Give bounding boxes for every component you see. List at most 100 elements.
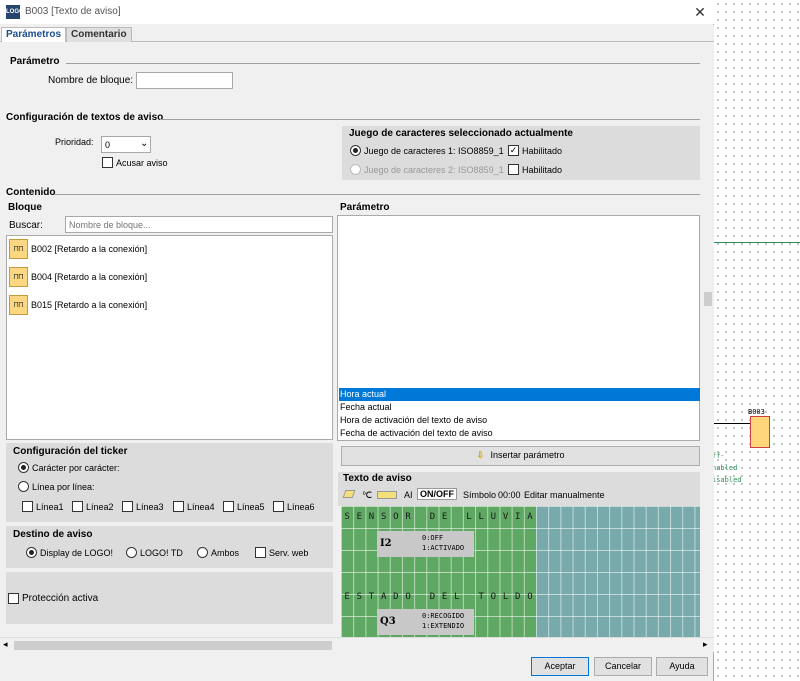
vertical-scroll-thumb[interactable] xyxy=(704,292,712,306)
lcd-param-q3[interactable]: Q3 0:RECOGIDO 1:EXTENDIO xyxy=(377,609,474,635)
lcd-char: O xyxy=(393,512,399,522)
ticker-title: Configuración del ticker xyxy=(13,446,128,457)
ticker-panel: Configuración del ticker Carácter por ca… xyxy=(6,443,333,522)
dest-logo-td-label: LOGO! TD xyxy=(140,548,183,558)
help-button[interactable]: Ayuda xyxy=(656,657,708,676)
ticker-line-label: Línea por línea: xyxy=(32,482,95,492)
block-name-input[interactable] xyxy=(136,72,233,89)
time-button[interactable]: 00:00 xyxy=(498,490,521,500)
line4-label: Línea4 xyxy=(187,502,215,512)
charset-panel: Juego de caracteres seleccionado actualm… xyxy=(342,126,700,180)
lcd-char: L xyxy=(454,592,460,602)
param-list-title: Parámetro xyxy=(340,202,390,213)
dest-both-radio[interactable] xyxy=(197,547,208,558)
line6-checkbox[interactable] xyxy=(273,501,284,512)
block-item-label: B004 [Retardo a la conexión] xyxy=(31,272,148,282)
onoff-button[interactable]: ON/OFF xyxy=(417,488,457,500)
divider xyxy=(160,119,700,120)
line4-checkbox[interactable] xyxy=(173,501,184,512)
protection-label: Protección activa xyxy=(22,593,99,604)
insert-parameter-label: Insertar parámetro xyxy=(490,450,565,460)
celsius-button[interactable]: ℃ xyxy=(362,490,372,501)
block-list[interactable]: ⊓⊓ B002 [Retardo a la conexión] ⊓⊓ B004 … xyxy=(6,235,333,440)
priority-label: Prioridad: xyxy=(55,137,94,147)
lcd-char: N xyxy=(368,512,375,522)
lcd-char: D xyxy=(429,512,436,522)
search-input[interactable] xyxy=(65,216,333,233)
lcd-char: U xyxy=(490,512,497,522)
lcd-param-name: I2 xyxy=(380,538,392,549)
list-item[interactable]: ⊓⊓ B015 [Retardo a la conexión] xyxy=(7,292,332,318)
charset2-radio[interactable] xyxy=(350,164,361,175)
symbol-button[interactable]: Símbolo xyxy=(463,490,496,500)
lcd-char: D xyxy=(515,592,521,602)
ticker-line-radio[interactable] xyxy=(18,481,29,492)
charset1-enabled-checkbox[interactable]: ✓ xyxy=(508,145,519,156)
charset2-label: Juego de caracteres 2: ISO8859_1 xyxy=(364,165,504,175)
list-item[interactable]: ⊓⊓ B002 [Retardo a la conexión] xyxy=(7,236,332,262)
bar-graph-icon[interactable] xyxy=(377,491,397,499)
horizontal-scroll-thumb[interactable] xyxy=(14,641,332,650)
section-parametro-title: Parámetro xyxy=(10,56,60,67)
lcd-char: E xyxy=(344,592,350,602)
cancel-button[interactable]: Cancelar xyxy=(594,657,652,676)
lcd-param-i2[interactable]: I2 0:OFF 1:ACTIVADO xyxy=(377,531,474,557)
lcd-line-3: ESTADO DEL TOLDO xyxy=(341,586,536,608)
dest-logo-display-radio[interactable] xyxy=(26,547,37,558)
horizontal-scrollbar[interactable]: ◂ ▸ xyxy=(0,637,714,652)
accept-button[interactable]: Aceptar xyxy=(531,657,589,676)
canvas-guide-line xyxy=(714,242,800,243)
tab-strip: Parámetros Comentario xyxy=(0,25,714,42)
edit-manually-button[interactable]: Editar manualmente xyxy=(524,490,605,500)
lcd-char: R xyxy=(405,512,411,522)
close-icon[interactable]: ✕ xyxy=(690,2,710,22)
ticker-char-radio[interactable] xyxy=(18,462,29,473)
dest-logo-display-label: Display de LOGO! xyxy=(40,548,114,558)
param-list[interactable]: Hora actual Fecha actual Hora de activac… xyxy=(337,215,700,441)
tab-comentario[interactable]: Comentario xyxy=(66,27,132,42)
logo-app-icon: LOGO xyxy=(6,5,24,19)
param-item-fecha-actual[interactable]: Fecha actual xyxy=(339,401,700,414)
scroll-right-icon[interactable]: ▸ xyxy=(703,639,708,650)
dest-logo-td-radio[interactable] xyxy=(126,547,137,558)
eraser-icon[interactable] xyxy=(342,490,356,498)
line2-checkbox[interactable] xyxy=(72,501,83,512)
line5-checkbox[interactable] xyxy=(223,501,234,512)
on-delay-icon: ⊓⊓ xyxy=(9,239,28,259)
charset2-enabled-checkbox[interactable] xyxy=(508,164,519,175)
lcd-char: T xyxy=(368,592,375,602)
lcd-char: A xyxy=(527,512,533,522)
charset1-radio[interactable] xyxy=(350,145,361,156)
param-item-hora-activacion[interactable]: Hora de activación del texto de aviso xyxy=(339,414,700,427)
protection-checkbox[interactable] xyxy=(8,593,19,604)
web-server-checkbox[interactable] xyxy=(255,547,266,558)
insert-parameter-button[interactable]: ⇩ Insertar parámetro xyxy=(341,446,700,466)
lcd-char: O xyxy=(490,592,497,602)
lcd-preview[interactable]: SENSOR DE LLUVIA I2 0:OFF 1:ACTIVADO ESTA… xyxy=(341,506,700,638)
priority-select[interactable]: 0 ⌄ xyxy=(101,136,151,153)
line2-label: Línea2 xyxy=(86,502,114,512)
list-item[interactable]: ⊓⊓ B004 [Retardo a la conexión] xyxy=(7,264,332,290)
lcd-char: O xyxy=(527,592,533,602)
diagram-canvas[interactable] xyxy=(714,0,800,681)
line5-label: Línea5 xyxy=(237,502,265,512)
message-text-dialog: LOGO B003 [Texto de aviso] ✕ Parámetros … xyxy=(0,0,714,681)
lcd-char: S xyxy=(380,512,387,522)
line3-checkbox[interactable] xyxy=(122,501,133,512)
lcd-char: L xyxy=(478,512,484,522)
ai-button[interactable]: AI xyxy=(404,490,413,500)
block-list-title: Bloque xyxy=(8,202,42,213)
canvas-block[interactable] xyxy=(750,416,770,448)
acknowledge-checkbox[interactable] xyxy=(102,157,113,168)
tab-parametros[interactable]: Parámetros xyxy=(1,27,67,42)
canvas-wire xyxy=(714,423,750,424)
line1-checkbox[interactable] xyxy=(22,501,33,512)
param-item-hora-actual[interactable]: Hora actual xyxy=(339,388,700,401)
scroll-left-icon[interactable]: ◂ xyxy=(3,639,8,650)
param-item-fecha-activacion[interactable]: Fecha de activación del texto de aviso xyxy=(339,427,700,440)
vertical-scrollbar[interactable] xyxy=(702,42,714,637)
acknowledge-label: Acusar aviso xyxy=(116,158,168,168)
lcd-char: E xyxy=(441,592,448,602)
divider xyxy=(66,63,700,64)
destination-title: Destino de aviso xyxy=(13,529,93,540)
